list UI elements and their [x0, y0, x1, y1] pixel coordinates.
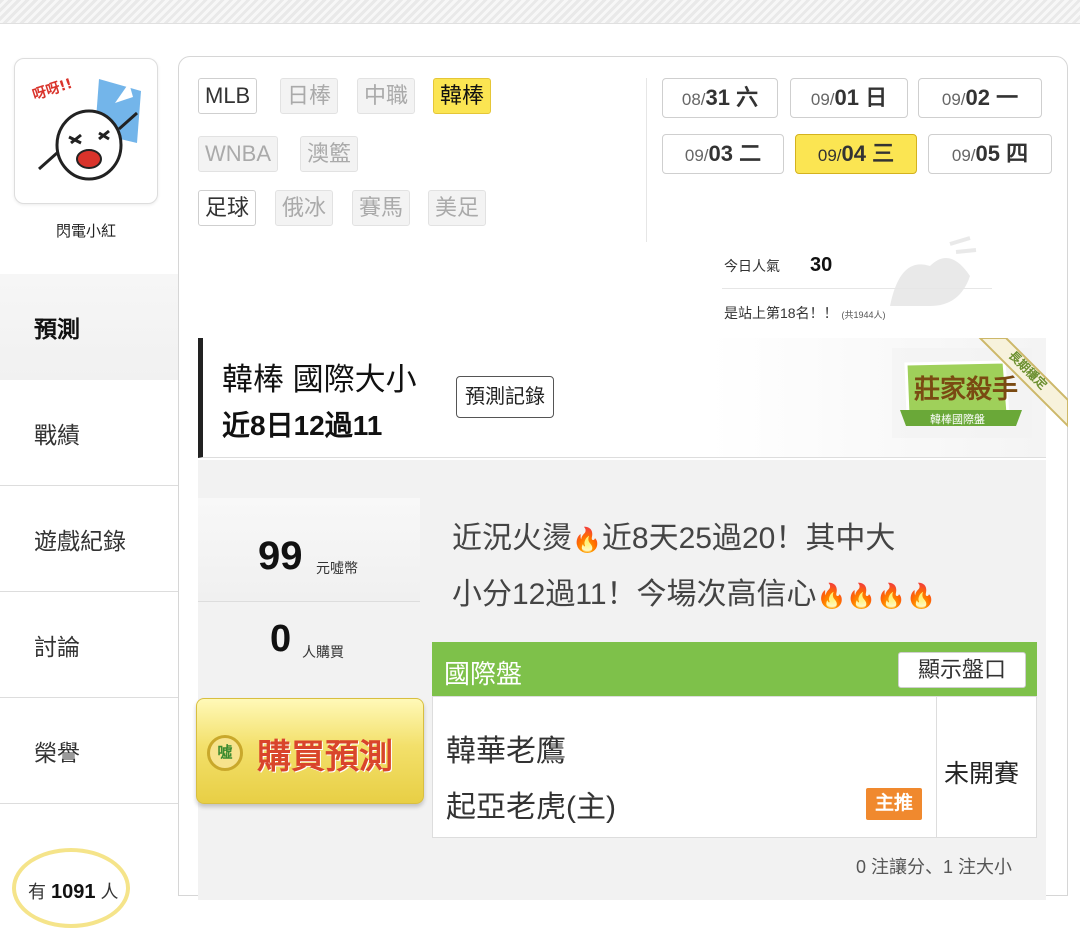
prediction-history-button[interactable]: 預測記錄: [456, 376, 554, 418]
user-name: 閃電小紅: [55, 223, 116, 240]
league-tag-nfl[interactable]: 美足: [428, 190, 487, 226]
flame-icon: 🔥: [906, 583, 937, 610]
league-tag-nbl[interactable]: 澳籃: [300, 136, 359, 172]
coin-badge: 有 1091 人: [12, 848, 130, 928]
league-tag-cpbl[interactable]: 中職: [357, 78, 416, 114]
buy-prediction-label: 購買預測: [257, 737, 393, 777]
flame-icon: 🔥: [572, 527, 602, 554]
prediction-title: 韓棒 國際大小: [222, 362, 417, 397]
home-team: 起亞老虎(主): [446, 791, 616, 824]
flame-icon: 🔥: [876, 583, 907, 610]
price-value: 99: [258, 534, 303, 578]
panel-divider: [646, 78, 647, 242]
sidebar-item-prediction[interactable]: 預測: [0, 274, 178, 380]
sidebar-item-honor[interactable]: 榮譽: [0, 698, 178, 804]
sidebar-item-record[interactable]: 戰績: [0, 380, 178, 486]
flame-icon: 🔥: [846, 583, 877, 610]
league-tag-khl[interactable]: 俄冰: [275, 190, 334, 226]
bets-summary: 0 注讓分、1 注大小: [856, 857, 1013, 877]
price-unit: 元噓幣: [316, 560, 358, 576]
prediction-description: 近況火燙🔥近8天25過20！其中大 小分12過11！今場次高信心🔥🔥🔥🔥: [452, 522, 937, 611]
sidebar-nav: 預測 戰績 遊戲紀錄 討論 榮譽: [0, 274, 178, 804]
price-box: [198, 498, 420, 602]
popularity-value: 30: [810, 254, 833, 276]
rank-text: 是站上第18名！！ (共1944人): [724, 305, 886, 321]
date-0905[interactable]: 09/05 四: [928, 134, 1052, 174]
date-0902[interactable]: 09/02 一: [918, 78, 1042, 118]
buyers-value: 0: [270, 618, 292, 660]
market-title: 國際盤: [444, 659, 523, 689]
coin-icon: 噓: [207, 735, 243, 771]
league-tag-soccer[interactable]: 足球: [198, 190, 257, 226]
coin-prefix: 有: [28, 882, 46, 902]
league-tag-wnba[interactable]: WNBA: [198, 136, 278, 172]
away-team: 韓華老鷹: [446, 735, 566, 768]
date-0901[interactable]: 09/01 日: [790, 78, 908, 118]
buy-prediction-button[interactable]: 噓 購買預測: [196, 698, 424, 804]
league-tag-mlb[interactable]: MLB: [198, 78, 258, 114]
league-tag-horse-racing[interactable]: 賽馬: [352, 190, 411, 226]
match-divider: [936, 697, 937, 837]
date-0903[interactable]: 09/03 二: [662, 134, 784, 174]
league-tag-npb[interactable]: 日棒: [280, 78, 339, 114]
popularity-label: 今日人氣: [724, 258, 780, 274]
league-tag-kbo[interactable]: 韓棒: [433, 78, 492, 114]
popularity-divider: [722, 288, 992, 289]
prediction-record: 近8日12過11: [222, 410, 383, 441]
sidebar-item-game-history[interactable]: 遊戲紀錄: [0, 486, 178, 592]
flame-icon: 🔥: [816, 583, 847, 610]
avatar-character-icon: 呀呀!!: [29, 73, 145, 189]
stability-ribbon-icon: 長期穩定: [978, 338, 1068, 428]
coin-suffix: 人: [100, 882, 119, 902]
match-status: 未開賽: [944, 760, 1020, 788]
date-0831[interactable]: 08/31 六: [662, 78, 778, 118]
show-odds-button[interactable]: 顯示盤口: [898, 652, 1026, 688]
main-pick-badge: 主推: [866, 788, 922, 820]
coin-value: 1091: [51, 881, 96, 903]
watermark-icon: [890, 236, 977, 306]
sidebar-item-discussion[interactable]: 討論: [0, 592, 178, 698]
date-0904[interactable]: 09/04 三: [795, 134, 917, 174]
avatar[interactable]: 呀呀!!: [14, 58, 158, 204]
buyers-unit: 人購買: [302, 644, 344, 660]
top-pattern-band: [0, 0, 1080, 24]
